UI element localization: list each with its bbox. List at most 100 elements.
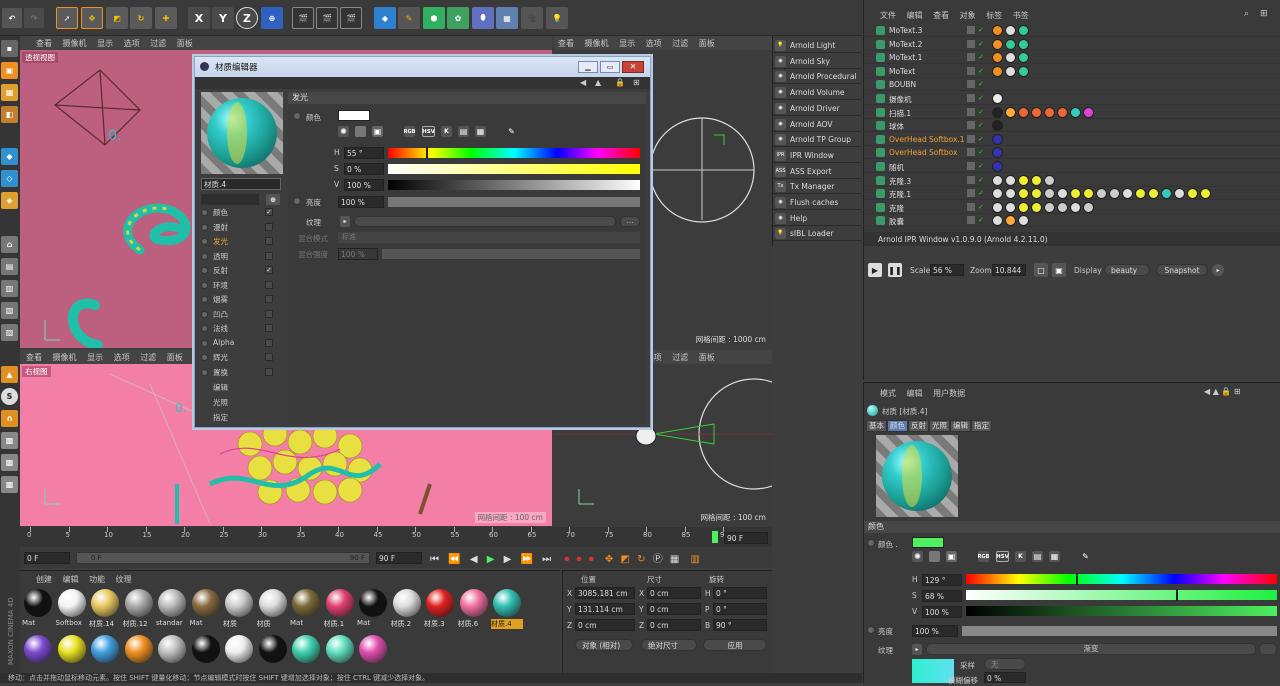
channel-label[interactable]: Alpha bbox=[213, 338, 234, 347]
texture-arrow[interactable]: ▸ bbox=[340, 216, 350, 227]
arnold-menu-item[interactable]: 💡 sIBL Loader bbox=[773, 227, 861, 242]
pen-icon[interactable]: ✎ bbox=[398, 7, 420, 29]
material-swatch[interactable] bbox=[158, 589, 186, 617]
object-tag-icon[interactable] bbox=[1174, 188, 1185, 200]
color-radio[interactable] bbox=[867, 539, 875, 547]
object-tag-icon[interactable] bbox=[1031, 201, 1042, 213]
layer-toggle[interactable] bbox=[967, 202, 975, 211]
arnold-item-label[interactable]: Arnold Light bbox=[790, 41, 835, 50]
channel-checkbox[interactable]: ✓ bbox=[265, 208, 273, 216]
sculpt-icon[interactable]: ▨ bbox=[1, 324, 18, 341]
material-swatch[interactable] bbox=[225, 589, 253, 617]
object-tag-icon[interactable] bbox=[1070, 201, 1081, 213]
material-swatch[interactable] bbox=[258, 589, 287, 617]
material-swatch[interactable] bbox=[124, 635, 153, 663]
object-row[interactable]: MoText.1 ✓ bbox=[864, 51, 1280, 65]
material-swatch[interactable] bbox=[359, 635, 387, 663]
channel-radio[interactable] bbox=[201, 310, 208, 318]
layer-toggle[interactable] bbox=[967, 94, 975, 102]
material-swatch[interactable] bbox=[292, 589, 320, 617]
arnold-item-label[interactable]: Tx Manager bbox=[790, 182, 834, 191]
menu-filter[interactable]: 过滤 bbox=[150, 39, 166, 48]
object-tag-icon[interactable] bbox=[1083, 106, 1094, 118]
object-tag-icon[interactable] bbox=[1005, 25, 1016, 36]
menu-display[interactable]: 显示 bbox=[87, 353, 103, 362]
material-name-field[interactable]: 材质.4 bbox=[201, 178, 281, 190]
layer-toggle[interactable] bbox=[967, 216, 975, 225]
render-view-icon[interactable]: 🎬 bbox=[292, 7, 314, 29]
swatches-icon[interactable]: ▦ bbox=[475, 126, 486, 137]
stripe-icon[interactable]: ▩ bbox=[1, 476, 18, 493]
arnold-menu-item[interactable]: ◉ Flush caches bbox=[773, 196, 861, 210]
object-name[interactable]: OverHead Softbox bbox=[889, 148, 957, 157]
channel-label[interactable]: 环境 bbox=[213, 280, 228, 291]
snap-icon[interactable]: ⌂ bbox=[1, 236, 18, 253]
play-button[interactable]: ▶ bbox=[868, 263, 882, 277]
layer-toggle[interactable] bbox=[967, 66, 975, 75]
size-field[interactable]: 0 cm bbox=[647, 619, 701, 631]
arnold-menu-item[interactable]: ◉ Arnold Driver bbox=[773, 102, 861, 116]
menu-user-data[interactable]: 用户数据 bbox=[933, 389, 965, 398]
channel-label[interactable]: 烟雾 bbox=[213, 294, 228, 305]
visibility-dots[interactable]: ✓ bbox=[978, 135, 984, 143]
pos-key-icon[interactable]: ✥ bbox=[605, 554, 613, 565]
material-name[interactable]: 材质 bbox=[223, 619, 255, 629]
material-name[interactable]: 材质 bbox=[257, 619, 289, 629]
material-name[interactable]: 材质.14 bbox=[89, 619, 121, 629]
next-key-icon[interactable]: ⏩ bbox=[521, 554, 533, 565]
menu-function[interactable]: 功能 bbox=[89, 575, 105, 584]
channel-assign[interactable]: 指定 bbox=[213, 412, 228, 423]
material-swatch[interactable] bbox=[24, 635, 52, 663]
material-name[interactable]: Mat bbox=[190, 619, 222, 627]
playhead[interactable] bbox=[712, 531, 718, 543]
brush-icon[interactable]: ▧ bbox=[1, 302, 18, 319]
axis-y-button[interactable]: Y bbox=[212, 7, 234, 29]
object-tag-icon[interactable] bbox=[992, 93, 1003, 104]
channel-checkbox[interactable] bbox=[265, 367, 273, 376]
channel-radio[interactable] bbox=[201, 223, 208, 231]
scale-icon[interactable]: ◩ bbox=[106, 7, 128, 29]
position-field[interactable]: 0 cm bbox=[575, 619, 635, 631]
wheel-icon[interactable]: ✺ bbox=[912, 551, 923, 562]
kelvin-button[interactable]: K bbox=[1015, 551, 1026, 562]
object-tag-icon[interactable] bbox=[992, 38, 1003, 50]
channel-radio[interactable] bbox=[201, 267, 208, 274]
display-select[interactable]: beauty bbox=[1104, 264, 1150, 276]
object-tag-icon[interactable] bbox=[1018, 65, 1029, 77]
rotation-field[interactable]: 90 ° bbox=[713, 619, 767, 631]
channel-label[interactable]: 漫射 bbox=[213, 222, 228, 233]
visibility-dots[interactable]: ✓ bbox=[978, 67, 984, 75]
visibility-dots[interactable]: ✓ bbox=[978, 80, 984, 88]
add-icon[interactable]: ✚ bbox=[155, 7, 177, 29]
scale-key-icon[interactable]: ◩ bbox=[620, 554, 629, 565]
object-tag-icon[interactable] bbox=[1044, 106, 1055, 118]
object-tag-icon[interactable] bbox=[1018, 215, 1029, 227]
size-field[interactable]: 0 cm bbox=[647, 587, 701, 599]
object-tag-icon[interactable] bbox=[1018, 38, 1029, 50]
attr-tab[interactable]: 指定 bbox=[971, 420, 992, 432]
object-tag-icon[interactable] bbox=[1005, 215, 1016, 227]
play-icon[interactable]: ▶ bbox=[487, 554, 495, 565]
visibility-dots[interactable]: ✓ bbox=[978, 189, 984, 197]
object-name[interactable]: OverHead Softbox.1 bbox=[889, 135, 965, 144]
eyedropper-icon[interactable]: ✎ bbox=[506, 126, 517, 137]
pattern-icon[interactable]: ▩ bbox=[1, 454, 18, 471]
saturation-slider[interactable] bbox=[388, 164, 640, 174]
visibility-dots[interactable]: ✓ bbox=[978, 162, 984, 170]
hsv-button[interactable]: HSV bbox=[996, 551, 1009, 562]
scale-field[interactable]: 56 % bbox=[930, 264, 964, 276]
rot-key-icon[interactable]: ↻ bbox=[637, 554, 645, 565]
image-icon[interactable]: ▣ bbox=[946, 551, 957, 562]
channel-label[interactable]: 透明 bbox=[213, 251, 228, 262]
brightness-field[interactable]: 100 % bbox=[912, 625, 958, 637]
object-name[interactable]: MoText.2 bbox=[889, 40, 922, 49]
channel-edit[interactable]: 编辑 bbox=[213, 382, 228, 393]
object-tag-icon[interactable] bbox=[1031, 174, 1042, 186]
object-row[interactable]: 克隆.1 ✓ bbox=[864, 187, 1280, 201]
menu-panel[interactable]: 面板 bbox=[167, 353, 183, 362]
color-swatch[interactable] bbox=[912, 537, 944, 548]
material-preview[interactable] bbox=[201, 92, 283, 174]
material-swatch[interactable] bbox=[57, 635, 86, 663]
hue-slider[interactable] bbox=[388, 147, 640, 159]
channel-checkbox[interactable]: ✓ bbox=[265, 266, 273, 274]
